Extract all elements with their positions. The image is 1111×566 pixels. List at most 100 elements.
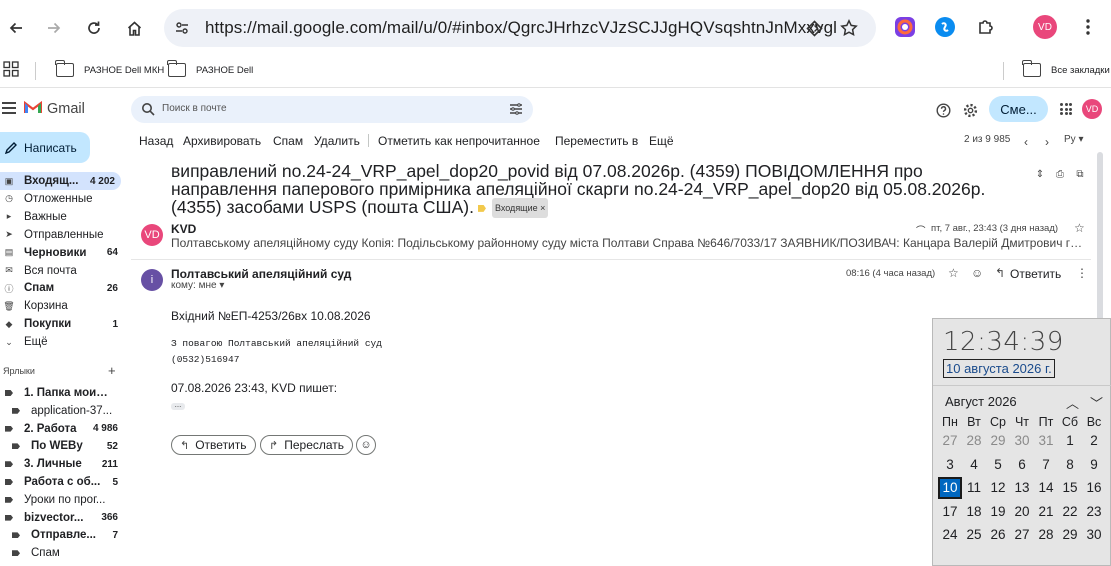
add-label-icon[interactable]: + xyxy=(108,363,116,378)
sidebar-item[interactable]: ✉ Вся почта xyxy=(0,262,124,280)
color-extension-icon[interactable] xyxy=(893,15,917,39)
google-apps-icon[interactable] xyxy=(1060,103,1072,115)
emoji-react-button[interactable]: ☺ xyxy=(356,435,376,455)
label-item[interactable]: Уроки по прог... xyxy=(0,491,124,509)
label-item[interactable]: 1. Папка моих з... xyxy=(0,384,124,402)
bookmark-star-icon[interactable] xyxy=(839,18,859,38)
calendar-day[interactable]: 1 xyxy=(1058,430,1082,452)
calendar-day[interactable]: 22 xyxy=(1058,501,1082,523)
star-icon[interactable]: ☆ xyxy=(948,266,959,280)
sender-name[interactable]: Полтавський апеляційний суд xyxy=(171,267,351,281)
sidebar-item[interactable]: ▣ Входящ... 4 202 xyxy=(0,172,121,190)
calendar-day[interactable]: 12 xyxy=(986,477,1010,499)
calendar-day[interactable]: 24 xyxy=(938,524,962,546)
site-settings-icon[interactable] xyxy=(172,18,192,38)
shazam-extension-icon[interactable] xyxy=(933,15,957,39)
back-link[interactable]: Назад xyxy=(139,134,173,148)
sender-avatar[interactable]: i xyxy=(141,269,163,291)
calendar-day[interactable]: 25 xyxy=(962,524,986,546)
recipient-details[interactable]: кому: мне ▾ xyxy=(171,280,224,291)
mark-unread-link[interactable]: Отметить как непрочитанное xyxy=(378,134,540,148)
month-title[interactable]: Август 2026 xyxy=(945,394,1017,409)
search-options-icon[interactable] xyxy=(509,102,523,116)
sender-avatar[interactable]: VD xyxy=(141,224,163,246)
label-item[interactable]: Отправле... 7 xyxy=(0,526,124,544)
calendar-day[interactable]: 10 xyxy=(938,477,962,499)
label-item[interactable]: 3. Личные 211 xyxy=(0,455,124,473)
apps-grid-icon[interactable] xyxy=(3,61,19,77)
search-bar[interactable]: Поиск в почте xyxy=(131,96,533,123)
sidebar-item[interactable]: ▸ Важные xyxy=(0,208,124,226)
next-page-icon[interactable]: › xyxy=(1045,135,1049,149)
extensions-puzzle-icon[interactable] xyxy=(974,15,998,39)
calendar-day[interactable]: 20 xyxy=(1010,501,1034,523)
calendar-day[interactable]: 30 xyxy=(1010,430,1034,452)
calendar-day[interactable]: 18 xyxy=(962,501,986,523)
calendar-day[interactable]: 6 xyxy=(1010,454,1034,476)
browser-menu-icon[interactable] xyxy=(1076,15,1100,39)
calendar-day[interactable]: 28 xyxy=(1034,524,1058,546)
calendar-day[interactable]: 21 xyxy=(1034,501,1058,523)
calendar-day[interactable]: 11 xyxy=(962,477,986,499)
current-date-link[interactable]: 10 августа 2026 г. xyxy=(943,359,1055,378)
calendar-day[interactable]: 3 xyxy=(938,454,962,476)
input-language[interactable]: Ру ▾ xyxy=(1064,134,1083,145)
calendar-day[interactable]: 29 xyxy=(1058,524,1082,546)
calendar-day[interactable]: 2 xyxy=(1082,430,1106,452)
forward-button[interactable]: ↱ Переслать xyxy=(260,435,354,455)
browser-profile-avatar[interactable]: VD xyxy=(1033,15,1057,39)
settings-gear-icon[interactable] xyxy=(962,102,978,118)
main-menu-icon[interactable] xyxy=(2,102,16,114)
smart-features-button[interactable]: Сме... xyxy=(989,96,1048,122)
calendar-day[interactable]: 29 xyxy=(986,430,1010,452)
label-item[interactable]: 2. Работа 4 986 xyxy=(0,420,124,438)
label-item[interactable]: bizvector... 366 xyxy=(0,509,124,527)
calendar-day[interactable]: 27 xyxy=(938,430,962,452)
calendar-day[interactable]: 17 xyxy=(938,501,962,523)
install-app-icon[interactable] xyxy=(804,18,824,38)
more-options-icon[interactable]: ⋮ xyxy=(1076,266,1088,280)
more-link[interactable]: Ещё xyxy=(649,134,674,148)
url-text[interactable]: https://mail.google.com/mail/u/0/#inbox/… xyxy=(205,18,837,38)
move-to-link[interactable]: Переместить в xyxy=(555,134,638,148)
print-icon[interactable]: ⎙ xyxy=(1054,168,1066,180)
calendar-day[interactable]: 8 xyxy=(1058,454,1082,476)
gmail-logo-icon[interactable] xyxy=(24,100,42,114)
expand-all-icon[interactable]: ⇕ xyxy=(1034,168,1046,180)
home-button[interactable] xyxy=(120,14,148,42)
message-snippet[interactable]: Полтавському апеляційному суду Копія: По… xyxy=(171,236,1086,250)
calendar-day[interactable]: 4 xyxy=(962,454,986,476)
calendar-day[interactable]: 31 xyxy=(1034,430,1058,452)
label-item[interactable]: Спам xyxy=(0,544,124,562)
prev-month-icon[interactable]: ︿ xyxy=(1066,393,1079,412)
spam-link[interactable]: Спам xyxy=(273,134,303,148)
inbox-label-chip[interactable]: Входящие × xyxy=(491,198,549,219)
search-input[interactable]: Поиск в почте xyxy=(162,103,227,114)
all-bookmarks-button[interactable]: Все закладки xyxy=(1022,60,1110,77)
calendar-day[interactable]: 27 xyxy=(1010,524,1034,546)
emoji-react-icon[interactable]: ☺ xyxy=(971,266,983,280)
calendar-day[interactable]: 23 xyxy=(1082,501,1106,523)
show-trimmed-content[interactable]: ... xyxy=(171,401,185,410)
reply-arrow-icon[interactable]: ↰ xyxy=(995,266,1005,280)
calendar-day[interactable]: 15 xyxy=(1058,477,1082,499)
next-month-icon[interactable]: ﹀ xyxy=(1090,393,1103,412)
forward-button[interactable] xyxy=(40,14,68,42)
label-item[interactable]: По WEBу 52 xyxy=(0,437,124,455)
archive-link[interactable]: Архивировать xyxy=(183,134,261,148)
prev-page-icon[interactable]: ‹ xyxy=(1024,135,1028,149)
sidebar-item[interactable]: ◷ Отложенные xyxy=(0,190,124,208)
sidebar-item[interactable]: ➤ Отправленные xyxy=(0,226,124,244)
reload-button[interactable] xyxy=(80,14,108,42)
calendar-day[interactable]: 13 xyxy=(1010,477,1034,499)
calendar-day[interactable]: 9 xyxy=(1082,454,1106,476)
sidebar-item[interactable]: ⓘ Спам 26 xyxy=(0,279,124,297)
account-avatar[interactable]: VD xyxy=(1082,99,1102,119)
back-button[interactable] xyxy=(2,14,30,42)
address-bar[interactable]: https://mail.google.com/mail/u/0/#inbox/… xyxy=(164,9,876,47)
calendar-day[interactable]: 30 xyxy=(1082,524,1106,546)
sidebar-item[interactable]: ◆ Покупки 1 xyxy=(0,315,124,333)
calendar-day[interactable]: 7 xyxy=(1034,454,1058,476)
open-new-window-icon[interactable]: ⧉ xyxy=(1074,168,1086,180)
label-item[interactable]: application-37... xyxy=(0,402,124,420)
